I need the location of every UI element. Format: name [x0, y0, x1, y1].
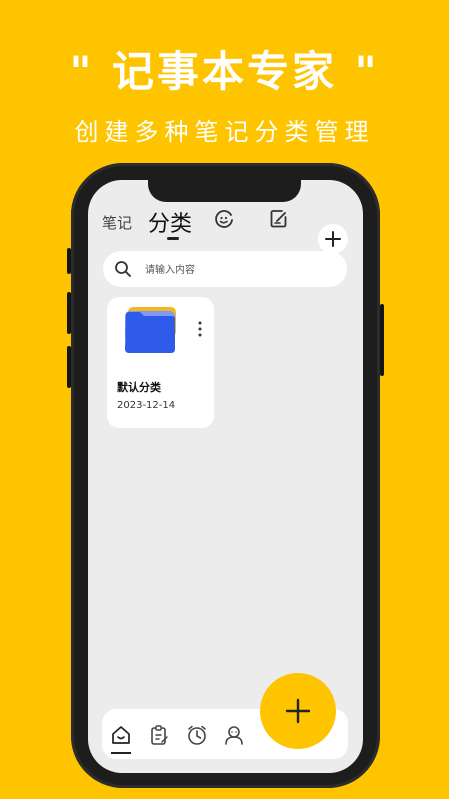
clipboard-icon[interactable] [148, 724, 170, 746]
phone-power-button [380, 304, 384, 376]
active-nav-indicator [111, 752, 131, 754]
more-options-icon[interactable] [197, 319, 203, 339]
promo-headline: " 记事本专家 " [69, 47, 380, 96]
plus-icon [285, 698, 311, 724]
top-tabs: 笔记 分类 [88, 202, 363, 254]
phone-side-button [67, 248, 71, 274]
face-icon[interactable] [213, 208, 235, 230]
search-bar[interactable] [103, 251, 347, 289]
search-icon [115, 261, 131, 277]
tab-categories[interactable]: 分类 [148, 206, 192, 238]
add-note-fab[interactable] [260, 673, 336, 749]
category-card[interactable]: 默认分类 2023-12-14 [107, 297, 214, 428]
home-icon[interactable] [110, 724, 132, 746]
add-category-button[interactable] [318, 224, 348, 254]
user-icon[interactable] [223, 724, 245, 746]
folder-icon [125, 307, 176, 353]
promo-subline: 创建多种笔记分类管理 [74, 118, 375, 146]
phone-volume-up-button [67, 292, 71, 334]
category-date: 2023-12-14 [117, 400, 176, 411]
edit-note-icon[interactable] [268, 208, 290, 230]
tab-notes[interactable]: 笔记 [102, 212, 132, 233]
phone-notch [148, 176, 301, 202]
category-name: 默认分类 [117, 381, 161, 394]
search-input[interactable] [143, 251, 337, 289]
active-tab-indicator [167, 237, 179, 240]
clock-icon[interactable] [186, 724, 208, 746]
plus-icon [325, 231, 341, 247]
phone-volume-down-button [67, 346, 71, 388]
